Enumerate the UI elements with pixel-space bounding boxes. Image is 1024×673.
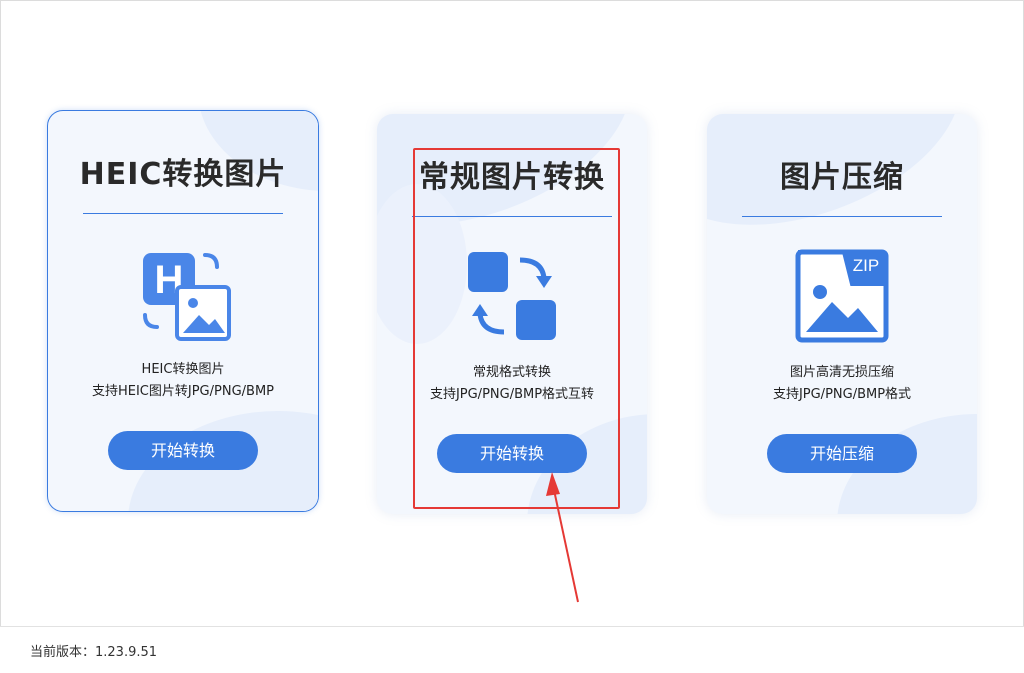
zip-image-icon: ZIP [792, 246, 892, 346]
heic-image-icon: H [133, 243, 233, 343]
start-heic-convert-button[interactable]: 开始转换 [108, 431, 258, 470]
card-description: 常规格式转换 支持JPG/PNG/BMP格式互转 [377, 362, 647, 406]
card-title: HEIC转换图片 [79, 157, 287, 192]
title-divider [83, 213, 283, 214]
description-line: 支持JPG/PNG/BMP格式互转 [429, 387, 595, 402]
zip-badge-label: ZIP [852, 256, 880, 275]
convert-arrows-icon [462, 246, 562, 346]
description-line: 常规格式转换 [472, 365, 551, 380]
start-compress-button[interactable]: 开始压缩 [767, 434, 917, 473]
general-convert-card[interactable]: 常规图片转换 常规格式转换 支持JPG/PNG/BMP格式互转 开始转换 [377, 114, 647, 514]
status-footer: 当前版本：1.23.9.51 [0, 626, 1024, 673]
description-line: HEIC转换图片 [141, 362, 225, 377]
card-description: 图片高清无损压缩 支持JPG/PNG/BMP格式 [707, 362, 977, 406]
card-description: HEIC转换图片 支持HEIC图片转JPG/PNG/BMP [48, 359, 318, 403]
card-title: 常规图片转换 [419, 160, 605, 195]
start-general-convert-button[interactable]: 开始转换 [437, 434, 587, 473]
title-divider [742, 216, 942, 217]
description-line: 图片高清无损压缩 [789, 365, 894, 380]
heic-convert-card[interactable]: HEIC转换图片 H HEIC转换图片 支持HEIC图片转JPG/PNG/BMP… [47, 110, 319, 512]
card-title: 图片压缩 [780, 160, 904, 195]
title-divider [412, 216, 612, 217]
image-compress-card[interactable]: 图片压缩 ZIP 图片高清无损压缩 支持JPG/PNG/BMP格式 开始压缩 [707, 114, 977, 514]
version-label: 当前版本：1.23.9.51 [30, 645, 158, 660]
description-line: 支持HEIC图片转JPG/PNG/BMP [91, 384, 275, 399]
description-line: 支持JPG/PNG/BMP格式 [772, 387, 912, 402]
